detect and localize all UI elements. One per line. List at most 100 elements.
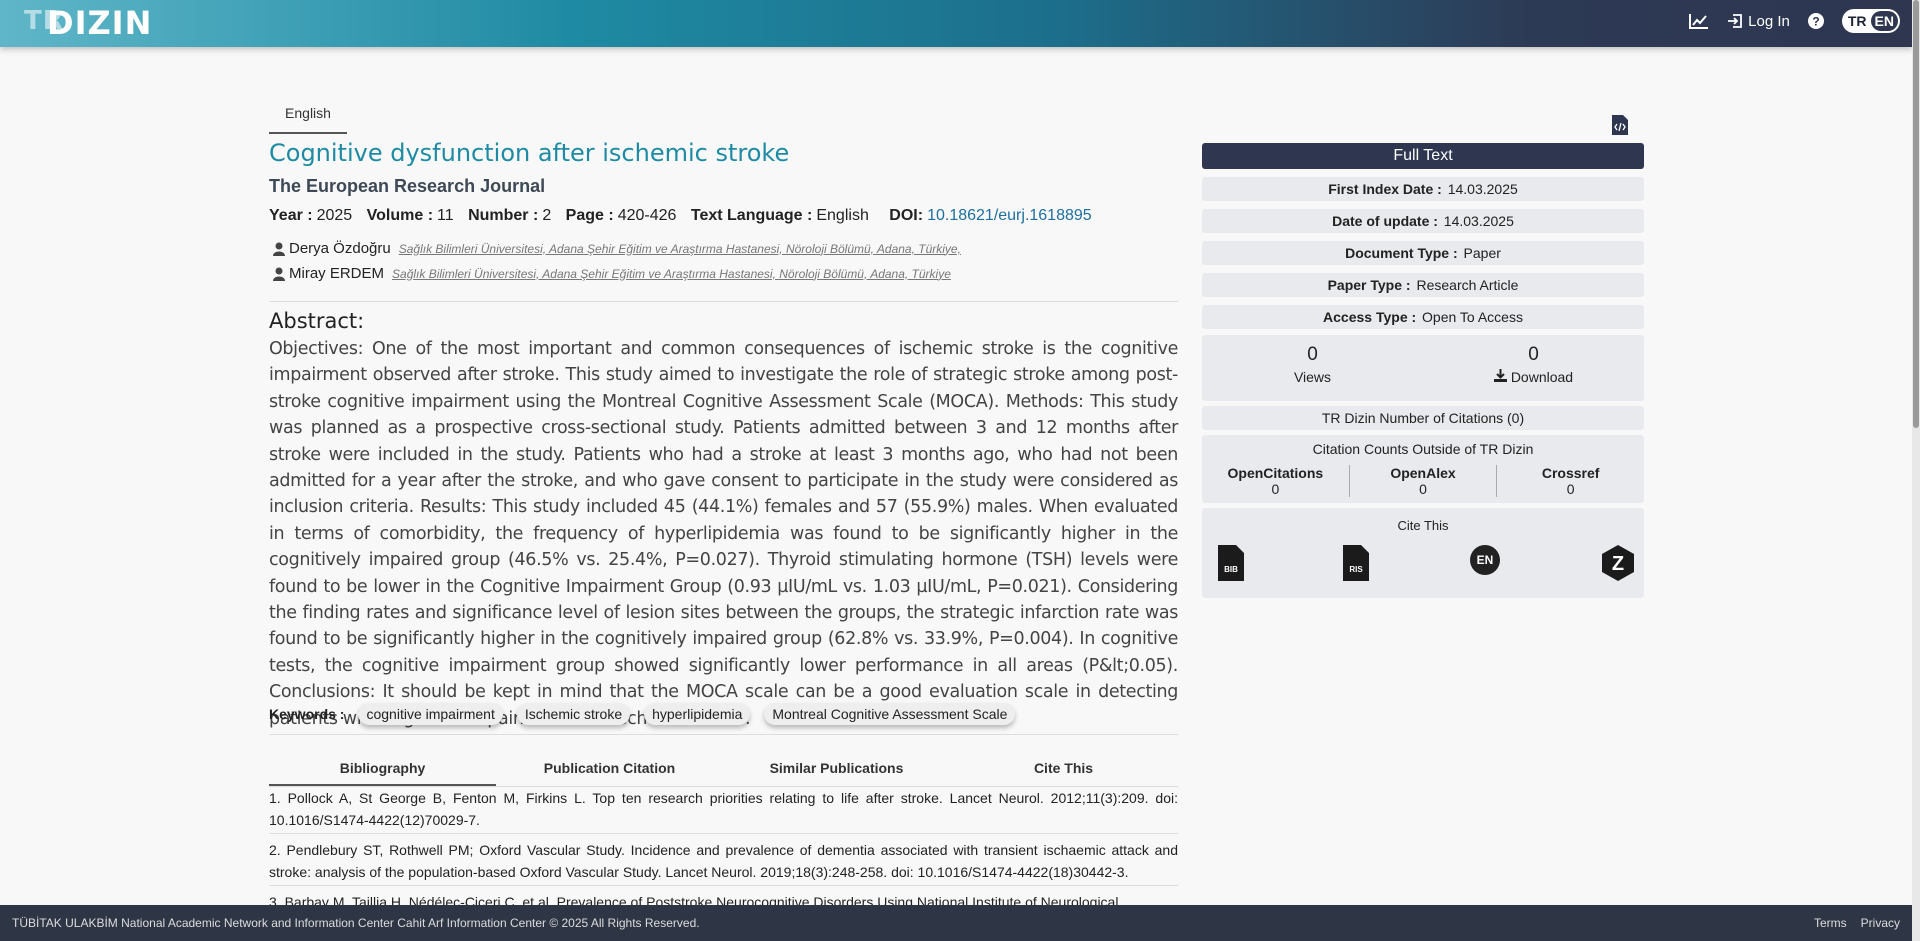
abstract-heading: Abstract: [269,309,365,333]
volume-value: 11 [437,207,454,224]
user-icon [273,267,285,281]
trdizin-citations[interactable]: TR Dizin Number of Citations (0) [1202,406,1644,430]
update-label: Date of update : [1332,213,1438,229]
keyword-chip[interactable]: hyperlipidemia [644,703,751,725]
doi-label: DOI: [889,207,924,224]
text-language-value: English [816,207,869,224]
endnote-icon[interactable]: EN [1470,545,1500,575]
paper-type-value: Research Article [1416,277,1519,293]
outside-citations-header: Citation Counts Outside of TR Dizin [1312,441,1534,457]
scrollbar-thumb[interactable] [1913,0,1919,428]
stats-chart-icon[interactable] [1689,13,1709,29]
year-label: Year : [269,207,313,224]
keyword-chip[interactable]: Ischemic stroke [516,703,631,725]
keyword-chip[interactable]: cognitive impairment [358,703,503,725]
stats-box: 0 Views 0 Download [1202,335,1644,401]
zotero-label: Z [1612,553,1624,575]
user-icon [273,242,285,256]
top-navbar: TR DIZIN Log In ? TR EN [0,0,1912,47]
reference-item: 2. Pendlebury ST, Rothwell PM; Oxford Va… [269,839,1178,886]
login-label: Log In [1748,12,1790,30]
privacy-link[interactable]: Privacy [1861,916,1900,930]
author-item: Miray ERDEM Sağlık Bilimleri Üniversites… [273,265,951,282]
volume-label: Volume : [366,207,434,224]
crossref-col[interactable]: Crossref 0 [1497,465,1644,497]
ris-file-icon[interactable]: RIS [1343,545,1369,581]
author-affiliation[interactable]: Sağlık Bilimleri Üniversitesi, Adana Şeh… [392,267,951,281]
bib-file-icon[interactable]: BIB [1218,545,1244,581]
cite-this-header: Cite This [1397,518,1449,533]
opencitations-label: OpenCitations [1227,465,1324,481]
paper-type-label: Paper Type : [1327,277,1411,293]
keywords-label: Keywords : [269,706,345,722]
tab-bibliography[interactable]: Bibliography [269,756,496,786]
tab-similar-publications[interactable]: Similar Publications [723,756,950,786]
terms-link[interactable]: Terms [1814,916,1847,930]
doi-link[interactable]: 10.18621/eurj.1618895 [927,207,1092,224]
keywords-row: Keywords : cognitive impairment Ischemic… [269,703,1016,725]
crossref-value: 0 [1566,481,1575,497]
doc-type-value: Paper [1463,245,1501,261]
number-label: Number : [468,207,539,224]
reference-tabs: Bibliography Publication Citation Simila… [269,756,1178,787]
ris-label: RIS [1349,565,1363,574]
page-value: 420-426 [617,207,677,224]
crossref-label: Crossref [1541,465,1600,481]
update-value: 14.03.2025 [1443,213,1514,229]
footer-copyright: TÜBİTAK ULAKBİM National Academic Networ… [12,916,700,930]
logo-dizin-text: DIZIN [47,4,153,42]
openalex-col[interactable]: OpenAlex 0 [1348,465,1498,497]
download-icon [1493,369,1507,382]
openalex-label: OpenAlex [1390,465,1456,481]
article-meta: Year :2025 Volume :11 Number :2 Page :42… [269,207,1092,225]
sidebar: Full Text First Index Date : 14.03.2025 … [1202,143,1644,598]
xml-file-icon[interactable] [1612,115,1628,135]
doc-type-label: Document Type : [1345,245,1458,261]
bib-label: BIB [1224,565,1238,574]
author-item: Derya Özdoğru Sağlık Bilimleri Üniversit… [273,240,961,257]
download-label: Download [1510,369,1574,385]
footer: TÜBİTAK ULAKBİM National Academic Networ… [0,905,1912,941]
first-index-label: First Index Date : [1328,181,1442,197]
article-title: Cognitive dysfunction after ischemic str… [269,139,790,167]
login-icon [1728,14,1743,28]
journal-name[interactable]: The European Research Journal [269,176,545,197]
page-label: Page : [565,207,614,224]
language-toggle[interactable]: TR EN [1841,9,1900,33]
full-text-button[interactable]: Full Text [1202,143,1644,169]
openalex-value: 0 [1419,481,1427,497]
tab-cite-this[interactable]: Cite This [950,756,1177,786]
download-count: 0 [1528,344,1539,365]
login-button[interactable]: Log In [1727,13,1790,30]
tab-english[interactable]: English [269,100,347,134]
tab-publication-citation[interactable]: Publication Citation [496,756,723,786]
lang-en-option[interactable]: EN [1870,11,1898,31]
outside-citations-box: Citation Counts Outside of TR Dizin Open… [1202,435,1644,503]
divider [269,734,1178,735]
keyword-chip[interactable]: Montreal Cognitive Assessment Scale [764,703,1016,725]
views-label: Views [1293,369,1332,385]
help-icon[interactable]: ? [1807,13,1824,29]
author-name[interactable]: Derya Özdoğru [289,240,391,257]
author-name[interactable]: Miray ERDEM [289,265,384,282]
access-value: Open To Access [1422,309,1523,325]
reference-item: 1. Pollock A, St George B, Fenton M, Fir… [269,787,1178,834]
divider [269,301,1178,302]
text-language-label: Text Language : [690,207,813,224]
views-count: 0 [1307,344,1318,365]
author-affiliation[interactable]: Sağlık Bilimleri Üniversitesi, Adana Şeh… [399,242,961,256]
cite-this-box: Cite This BIB RIS EN Z [1202,508,1644,598]
lang-tr-option[interactable]: TR [1844,11,1871,31]
paper-type: Paper Type : Research Article [1202,273,1644,297]
update-date: Date of update : 14.03.2025 [1202,209,1644,233]
document-type: Document Type : Paper [1202,241,1644,265]
opencitations-value: 0 [1271,481,1280,497]
year-value: 2025 [316,207,353,224]
first-index-value: 14.03.2025 [1447,181,1518,197]
download-button[interactable]: Download [1423,369,1644,385]
zotero-icon[interactable]: Z [1602,545,1634,581]
opencitations-col[interactable]: OpenCitations 0 [1202,465,1349,497]
access-label: Access Type : [1323,309,1417,325]
page-scrollbar[interactable] [1912,0,1920,941]
number-value: 2 [542,207,552,224]
